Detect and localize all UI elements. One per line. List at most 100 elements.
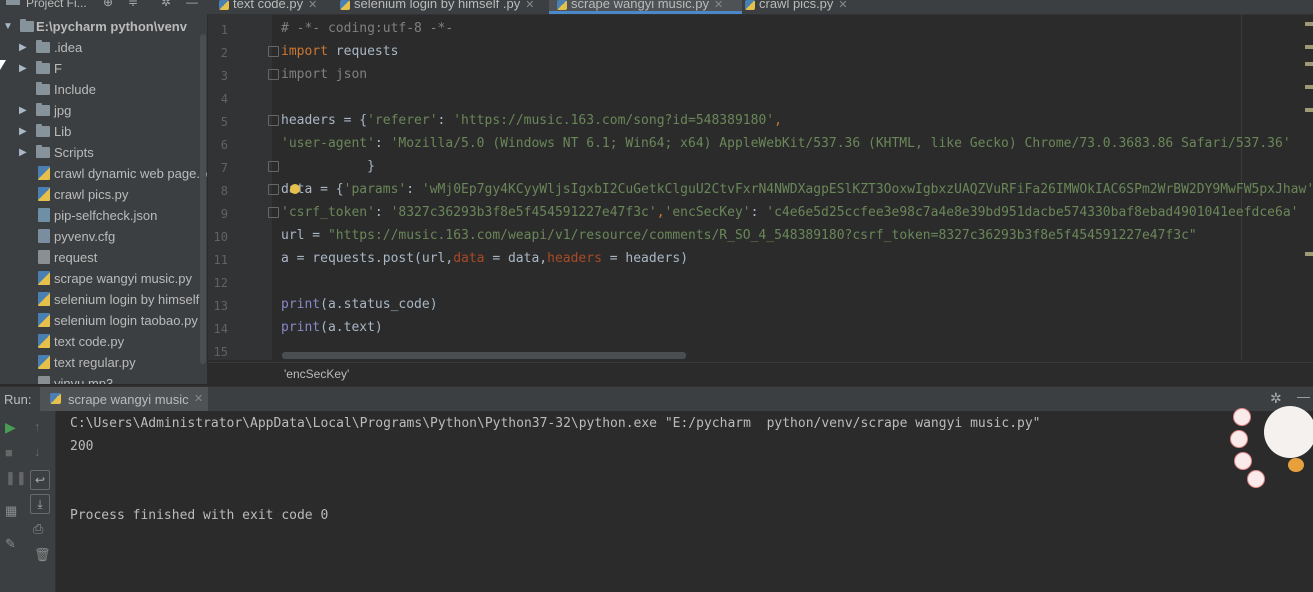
tree-item[interactable]: ▶ Lib [0, 121, 200, 142]
layout-icon[interactable]: ▦ [5, 503, 17, 519]
arrow-down-icon[interactable]: ↓ [34, 444, 41, 459]
tree-item[interactable]: pip-selfcheck.json [0, 205, 200, 226]
tab-crawl-pics[interactable]: crawl pics.py ✕ [745, 0, 865, 13]
run-tab[interactable]: scrape wangyi music ✕ [40, 387, 208, 413]
chevron-down-icon[interactable]: ▼ [3, 16, 13, 37]
line-number: 6 [220, 138, 228, 152]
code-line-2[interactable]: import requests [281, 44, 398, 59]
error-stripe-mark[interactable] [1305, 108, 1313, 112]
stop-icon[interactable]: ■ [5, 445, 13, 460]
close-icon[interactable]: ✕ [838, 0, 847, 11]
chevron-right-icon[interactable]: ▶ [19, 142, 27, 163]
pin-icon[interactable]: ✎ [5, 536, 16, 552]
tree-item-label: request [54, 250, 98, 265]
tree-item[interactable]: ▶ Scripts [0, 142, 200, 163]
tab-scrape-wangyi-music[interactable]: scrape wangyi music.py ✕ [549, 0, 742, 14]
tree-item[interactable]: ▶ jpg [0, 100, 200, 121]
console-line: C:\Users\Administrator\AppData\Local\Pro… [70, 416, 1041, 431]
code-line-3[interactable]: import json [281, 67, 367, 82]
error-stripe-mark[interactable] [1305, 85, 1313, 89]
cfg-file-icon [38, 229, 50, 243]
breadcrumb-item[interactable]: 'encSecKey' [284, 363, 349, 385]
fold-marker-icon[interactable] [268, 207, 279, 218]
fold-marker-icon[interactable] [268, 184, 279, 195]
arrow-up-icon[interactable]: ↑ [34, 419, 41, 434]
code-line-9[interactable]: 'csrf_token': '8327c36293b3f8e5f45459122… [281, 205, 1311, 220]
code-text: : [374, 205, 391, 220]
tree-item[interactable]: text regular.py [0, 352, 200, 373]
close-icon[interactable]: ✕ [525, 0, 534, 11]
tree-item[interactable]: ▶ F [0, 58, 200, 79]
chevron-right-icon[interactable]: ▶ [19, 37, 27, 58]
tree-scrollbar[interactable] [200, 34, 206, 364]
tree-item[interactable]: Include [0, 79, 200, 100]
code-line-10[interactable]: url = "https://music.163.com/weapi/v1/re… [281, 228, 1311, 243]
tree-item[interactable]: scrape wangyi music.py [0, 268, 200, 289]
hide-panel-icon[interactable]: — [186, 0, 198, 8]
close-icon[interactable]: ✕ [308, 0, 317, 11]
code-line-14[interactable]: print(a.text) [281, 320, 383, 335]
code-line-13[interactable]: print(a.status_code) [281, 297, 438, 312]
chevron-right-icon[interactable]: ▶ [19, 58, 27, 79]
line-number: 10 [213, 230, 228, 244]
comment: # -*- coding:utf-8 -*- [281, 21, 454, 36]
cat-sticker-image [1226, 398, 1313, 492]
fold-marker-icon[interactable] [268, 46, 279, 57]
run-label: Run: [4, 392, 32, 407]
tree-item[interactable]: crawl pics.py [0, 184, 200, 205]
tab-selenium-login-by-himself[interactable]: selenium login by himself .py ✕ [340, 0, 545, 13]
run-console[interactable] [56, 411, 1313, 592]
collapse-all-icon[interactable]: ≑ [128, 0, 138, 8]
tree-root[interactable]: ▼ E:\pycharm python\venv [0, 16, 207, 37]
code-line-1[interactable]: # -*- coding:utf-8 -*- [281, 21, 453, 36]
fold-marker-icon[interactable] [268, 69, 279, 80]
chevron-right-icon[interactable]: ▶ [19, 100, 27, 121]
sync-icon[interactable]: ⊕ [103, 0, 113, 8]
pause-icon[interactable]: ❚❚ [5, 470, 27, 486]
tree-item[interactable]: selenium login taobao.py [0, 310, 200, 331]
error-stripe-mark[interactable] [1305, 45, 1313, 49]
code-text: : [374, 136, 391, 151]
tree-item-label: text regular.py [54, 355, 136, 370]
code-line-5[interactable]: headers = {'referer': 'https://music.163… [281, 113, 782, 128]
tree-item[interactable]: selenium login by himself . [0, 289, 206, 310]
mouse-cursor [0, 60, 6, 70]
code-line-8[interactable]: data = {'params': 'wMj0Ep7gy4KCyyWljsIgx… [281, 182, 1311, 197]
tree-item-label: F [54, 61, 62, 76]
project-folder-icon [6, 0, 20, 5]
code-line-11[interactable]: a = requests.post(url,data = data,header… [281, 251, 688, 266]
string: 'csrf_token' [281, 205, 375, 220]
rerun-icon[interactable]: ▶ [5, 419, 16, 436]
project-panel-title[interactable]: Project Fi... ⊕ ≑ ✲ — [0, 0, 206, 14]
close-icon[interactable]: ✕ [714, 0, 723, 11]
code-text: requests [327, 44, 399, 59]
tree-item-label: Lib [54, 124, 72, 139]
console-line: 200 [70, 439, 94, 454]
tree-item[interactable]: crawl dynamic web page.p [0, 163, 207, 184]
tree-item[interactable]: ▶ .idea [0, 37, 200, 58]
tree-item[interactable]: text code.py [0, 331, 200, 352]
fold-marker-icon[interactable] [268, 115, 279, 126]
error-stripe-mark[interactable] [1305, 22, 1313, 26]
tree-item[interactable]: pyvenv.cfg [0, 226, 200, 247]
tree-item[interactable]: request [0, 247, 200, 268]
soft-wrap-icon[interactable]: ↩ [30, 470, 50, 490]
error-stripe-mark[interactable] [1305, 62, 1313, 66]
fold-marker-icon[interactable] [268, 161, 279, 172]
tab-text-code[interactable]: text code.py ✕ [219, 0, 337, 13]
scroll-to-end-icon[interactable]: ⤓ [30, 494, 50, 514]
code-line-6[interactable]: 'user-agent': 'Mozilla/5.0 (Windows NT 6… [281, 136, 1311, 151]
gear-icon[interactable]: ✲ [161, 0, 171, 8]
tab-label: scrape wangyi music.py [571, 0, 709, 11]
tree-item-label: text code.py [54, 334, 125, 349]
chevron-right-icon[interactable]: ▶ [19, 121, 27, 142]
code-line-7[interactable]: } [281, 159, 375, 174]
error-stripe-mark[interactable] [1305, 252, 1313, 256]
print-icon[interactable]: ⎙ [33, 521, 43, 537]
string: 'c4e6e5d25ccfee3e98c7a4e8e39bd951dacbe57… [766, 205, 1299, 220]
trash-icon[interactable]: 🗑 [34, 547, 51, 563]
close-icon[interactable]: ✕ [194, 392, 203, 405]
intention-bulb-icon[interactable] [290, 184, 300, 194]
editor-horizontal-scrollbar[interactable] [282, 352, 686, 359]
tree-item[interactable]: yinyu.mp3 [0, 373, 200, 384]
